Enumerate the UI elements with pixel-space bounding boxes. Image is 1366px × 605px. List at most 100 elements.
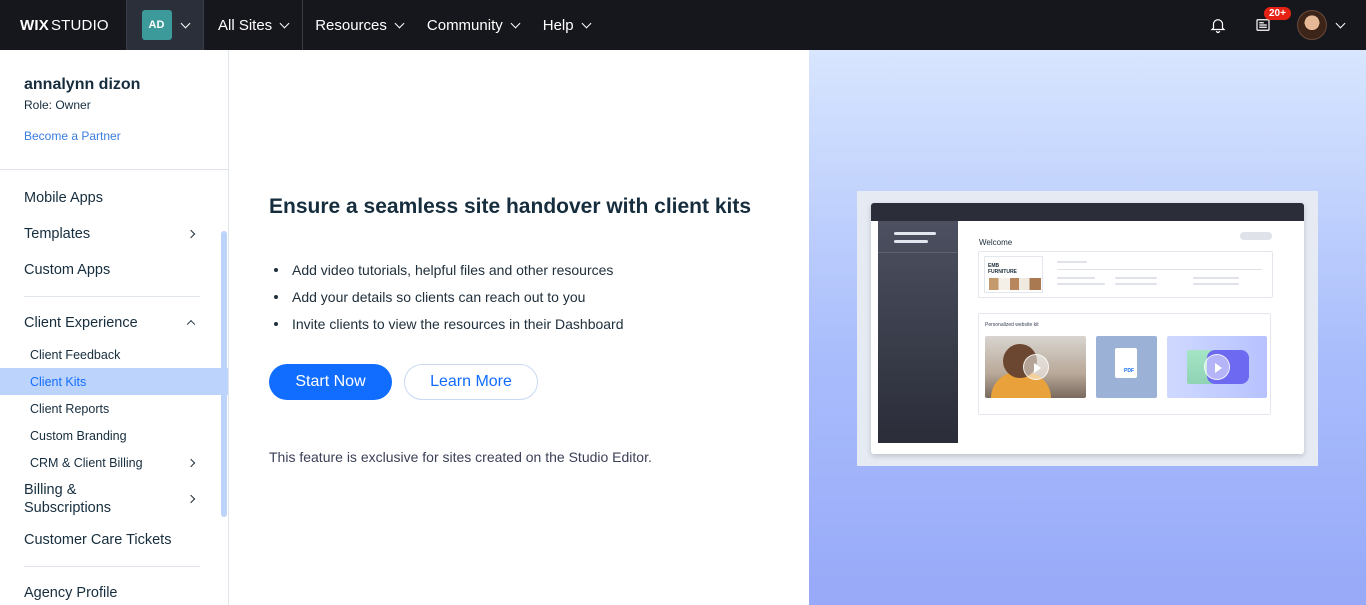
billing-line-1: Billing & bbox=[24, 482, 77, 498]
preview-kit-label: Personalized website kit bbox=[985, 322, 1039, 328]
sidebar-item-client-reports[interactable]: Client Reports bbox=[0, 395, 228, 422]
nav-all-sites[interactable]: All Sites bbox=[204, 0, 304, 50]
preview-left-strip bbox=[871, 221, 878, 454]
preview-brand-card: EMB FURNITURE bbox=[978, 251, 1273, 298]
chevron-down-icon bbox=[1335, 18, 1346, 28]
become-partner-link[interactable]: Become a Partner bbox=[24, 129, 121, 143]
chevron-right-icon bbox=[186, 458, 196, 467]
sidebar-item-crm-billing[interactable]: CRM & Client Billing bbox=[0, 449, 228, 476]
updates-badge: 20+ bbox=[1264, 7, 1291, 20]
chevron-right-icon bbox=[186, 494, 196, 504]
sidebar-item-customer-care[interactable]: Customer Care Tickets bbox=[0, 522, 228, 558]
dashboard-preview-window: Welcome EMB FURNITURE Personalized websi… bbox=[871, 203, 1304, 454]
top-right-actions: 20+ bbox=[1195, 0, 1366, 50]
main-content: Ensure a seamless site handover with cli… bbox=[229, 50, 809, 605]
user-menu[interactable] bbox=[1285, 0, 1366, 50]
preview-welcome: Welcome bbox=[979, 238, 1013, 247]
wix-studio-logo[interactable]: WIX STUDIO bbox=[0, 0, 126, 50]
site-switcher[interactable]: AD bbox=[126, 0, 204, 50]
sidebar-item-label: Custom Apps bbox=[24, 262, 111, 278]
furniture-image bbox=[989, 278, 1041, 290]
sidebar-item-client-kits[interactable]: Client Kits bbox=[0, 368, 228, 395]
sidebar-item-mobile-apps[interactable]: Mobile Apps bbox=[0, 180, 228, 216]
preview-line bbox=[1193, 283, 1239, 285]
pdf-thumbnail bbox=[1096, 336, 1157, 398]
play-icon bbox=[1204, 354, 1230, 380]
exclusive-note: This feature is exclusive for sites crea… bbox=[269, 449, 652, 465]
sidebar-item-client-feedback[interactable]: Client Feedback bbox=[0, 341, 228, 368]
sidebar-item-label: Templates bbox=[24, 226, 91, 242]
top-bar: WIX STUDIO AD All Sites Resources Commun… bbox=[0, 0, 1366, 50]
updates-button[interactable]: 20+ bbox=[1240, 0, 1291, 50]
preview-sidebar bbox=[878, 221, 958, 443]
start-now-button[interactable]: Start Now bbox=[269, 364, 392, 400]
sidebar-item-templates[interactable]: Templates bbox=[0, 216, 228, 252]
chevron-down-icon bbox=[394, 18, 405, 28]
list-item: Invite clients to view the resources in … bbox=[274, 310, 624, 337]
sidebar-item-custom-apps[interactable]: Custom Apps bbox=[0, 252, 228, 288]
preview-line bbox=[1057, 269, 1262, 270]
logo-studio: STUDIO bbox=[50, 16, 109, 34]
preview-line bbox=[1057, 261, 1087, 263]
learn-more-button[interactable]: Learn More bbox=[404, 364, 538, 400]
dashboard-preview-frame: Welcome EMB FURNITURE Personalized websi… bbox=[857, 191, 1318, 466]
chevron-right-icon bbox=[186, 229, 196, 239]
logo-wix: WIX bbox=[20, 16, 49, 34]
sidebar-item-label: Client Reports bbox=[30, 401, 110, 416]
chevron-down-icon bbox=[510, 18, 521, 28]
page-title: Ensure a seamless site handover with cli… bbox=[269, 195, 752, 218]
preview-line bbox=[894, 232, 936, 235]
play-icon bbox=[1023, 354, 1049, 380]
preview-pill bbox=[1240, 232, 1272, 240]
sidebar-item-label: Client Feedback bbox=[30, 347, 121, 362]
chevron-down-icon bbox=[180, 18, 190, 28]
site-avatar: AD bbox=[141, 10, 172, 40]
notifications-button[interactable] bbox=[1195, 0, 1240, 50]
sidebar-item-client-experience[interactable]: Client Experience bbox=[0, 305, 228, 341]
avatar bbox=[1297, 10, 1327, 40]
sidebar-item-label: Client Kits bbox=[30, 374, 87, 389]
video-thumbnail bbox=[985, 336, 1086, 398]
preview-line bbox=[1057, 283, 1105, 285]
feature-list: Add video tutorials, helpful files and o… bbox=[274, 256, 624, 337]
preview-kit-card: Personalized website kit bbox=[978, 313, 1271, 415]
billing-line-2: Subscriptions bbox=[24, 500, 112, 516]
nav-community[interactable]: Community bbox=[415, 0, 531, 50]
bell-icon bbox=[1210, 19, 1225, 34]
sidebar-item-agency-profile[interactable]: Agency Profile bbox=[0, 575, 228, 605]
nav-resources-label: Resources bbox=[315, 16, 387, 34]
divider bbox=[24, 566, 200, 567]
video-thumbnail bbox=[1167, 336, 1267, 398]
nav-community-label: Community bbox=[426, 16, 503, 34]
user-role: Role: Owner bbox=[24, 98, 91, 112]
preview-line bbox=[1193, 277, 1239, 279]
sidebar-scrollbar[interactable] bbox=[221, 231, 227, 517]
sidebar-item-label: Custom Branding bbox=[30, 428, 127, 443]
preview-line bbox=[1057, 277, 1095, 279]
nav-all-sites-label: All Sites bbox=[218, 16, 273, 34]
sidebar-item-label: Billing & Subscriptions bbox=[24, 481, 111, 517]
sidebar: annalynn dizon Role: Owner Become a Part… bbox=[0, 50, 229, 605]
preview-line bbox=[1115, 277, 1157, 279]
preview-divider bbox=[878, 252, 958, 253]
nav-help-label: Help bbox=[542, 16, 574, 34]
sidebar-item-billing-subscriptions[interactable]: Billing & Subscriptions bbox=[0, 476, 228, 522]
chevron-down-icon bbox=[279, 18, 290, 28]
preview-brand-thumb: EMB FURNITURE bbox=[984, 256, 1043, 293]
hero-illustration-panel: Welcome EMB FURNITURE Personalized websi… bbox=[809, 50, 1366, 605]
sidebar-item-label: Mobile Apps bbox=[24, 190, 103, 206]
nav-help[interactable]: Help bbox=[531, 0, 602, 50]
divider bbox=[24, 296, 200, 297]
profile-section: annalynn dizon Role: Owner Become a Part… bbox=[0, 50, 228, 170]
chevron-down-icon bbox=[581, 18, 592, 28]
preview-brand-line2: FURNITURE bbox=[988, 269, 1017, 275]
user-name: annalynn dizon bbox=[24, 76, 141, 93]
sidebar-item-label: CRM & Client Billing bbox=[30, 455, 143, 470]
nav-resources[interactable]: Resources bbox=[303, 0, 415, 50]
preview-line bbox=[1115, 283, 1157, 285]
sidebar-item-custom-branding[interactable]: Custom Branding bbox=[0, 422, 228, 449]
preview-topbar bbox=[871, 203, 1304, 221]
sidebar-item-label: Client Experience bbox=[24, 315, 138, 331]
sidebar-item-label: Customer Care Tickets bbox=[24, 532, 172, 548]
chevron-up-icon bbox=[186, 319, 196, 329]
